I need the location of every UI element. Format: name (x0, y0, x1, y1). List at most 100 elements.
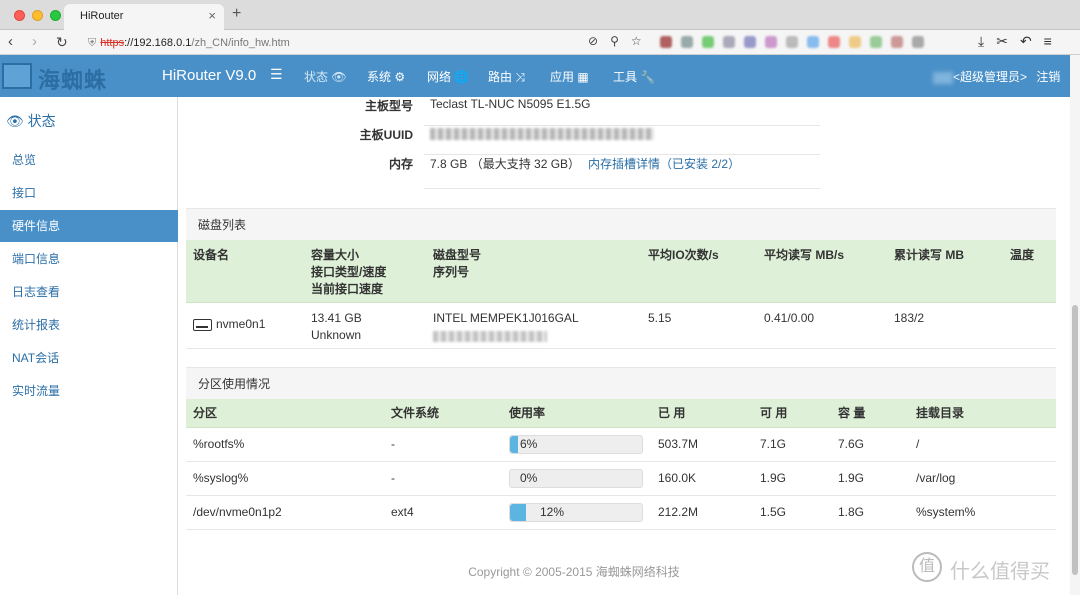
memory-label: 内存 (388, 157, 413, 171)
sidebar-item-logs[interactable]: 日志查看 (0, 276, 178, 308)
disk-iops: 5.15 (648, 311, 672, 325)
hamburger-icon[interactable]: ☰ (270, 66, 283, 83)
partition-mount: / (916, 437, 920, 451)
sidebar-item-interfaces[interactable]: 接口 (0, 177, 178, 209)
usage-percent: 12% (540, 505, 565, 519)
main-content: 主板型号 Teclast TL-NUC N5095 E1.5G 主板UUID 内… (178, 97, 1070, 595)
extension-icon[interactable] (681, 36, 693, 48)
uuid-blurred (430, 127, 654, 140)
disk-capacity: 13.41 GB (311, 311, 362, 325)
username-blurred (933, 71, 953, 84)
partition-fs: ext4 (391, 505, 414, 519)
tab-title: HiRouter (80, 10, 124, 22)
col-iops: 平均IO次数/s (648, 248, 719, 262)
menu-icon[interactable]: ≡ (1044, 33, 1052, 49)
partition-name-link[interactable]: %rootfs% (193, 436, 244, 453)
sidebar-item-hardware[interactable]: 硬件信息 (0, 210, 178, 242)
extension-icon[interactable] (870, 36, 882, 48)
sidebar-item-reports[interactable]: 统计报表 (0, 309, 178, 341)
partition-panel: 分区使用情况 分区 文件系统 使用率 已 用 可 用 容 量 挂载目录 %roo… (186, 367, 1056, 530)
extension-icon[interactable] (660, 36, 672, 48)
col-rw: 平均读写 MB/s (764, 248, 845, 262)
usage-bar-fill (510, 504, 526, 521)
partition-fs: - (391, 471, 395, 485)
partition-used: 160.0K (658, 471, 697, 485)
partition-fs: - (391, 437, 395, 451)
extension-icon[interactable] (744, 36, 756, 48)
url-field[interactable]: ⛨ https://192.168.0.1/zh_CN/info_hw.htm (88, 34, 658, 52)
new-tab-icon[interactable]: + (232, 5, 241, 23)
usage-bar-fill (510, 436, 518, 453)
disk-device-name: nvme0n1 (216, 317, 266, 331)
col-free: 可 用 (760, 406, 788, 420)
extension-icon[interactable] (828, 36, 840, 48)
sidebar-item-traffic[interactable]: 实时流量 (0, 375, 178, 407)
extension-icon[interactable] (786, 36, 798, 48)
close-window-button[interactable] (14, 10, 25, 21)
partition-capacity: 1.8G (838, 505, 865, 519)
sidebar-item-ports[interactable]: 端口信息 (0, 243, 178, 275)
user-info: <超级管理员> 注销 (933, 68, 1060, 85)
nav-apps[interactable]: 应用 ▦ (550, 68, 589, 85)
board-model-label: 主板型号 (364, 99, 413, 113)
zoom-icon[interactable]: ⚲ (610, 34, 619, 48)
page-scrollbar[interactable] (1070, 55, 1080, 595)
bookmark-star-icon[interactable]: ☆ (631, 34, 642, 48)
disk-table-header: 设备名 容量大小 接口类型/速度 当前接口速度 磁盘型号 序列号 平均IO次数/… (186, 240, 1056, 303)
tab-close-icon[interactable]: × (208, 8, 216, 23)
logo-text: 海蜘蛛 (38, 68, 108, 93)
board-uuid-value (430, 126, 654, 140)
nav-system[interactable]: 系统 ⚙ (367, 68, 405, 85)
url-host: ://192.168.0.1 (124, 37, 192, 49)
memory-value: 7.8 GB （最大支持 32 GB） 内存插槽详情（已安装 2/2） (430, 155, 740, 172)
usage-bar: 0% (509, 469, 643, 488)
app-header: 海蜘蛛 HiRouter V9.0 ☰ 状态 👁 系统 ⚙ 网络 🌐 路由 ⤨ … (0, 55, 1070, 97)
forward-icon[interactable]: › (32, 33, 37, 51)
back-icon[interactable]: ‹ (8, 33, 13, 51)
sidebar: 👁 状态 总览 接口 硬件信息 端口信息 日志查看 统计报表 NAT会话 实时流… (0, 97, 178, 595)
nav-tools[interactable]: 工具 🔧 (613, 68, 655, 85)
board-model-row: 主板型号 Teclast TL-NUC N5095 E1.5G (178, 97, 1070, 126)
partition-capacity: 7.6G (838, 437, 865, 451)
partition-row: %syslog% - 0% 160.0K 1.9G 1.9G /var/log (186, 462, 1056, 496)
disk-device: nvme0n1 (193, 316, 265, 333)
nav-network[interactable]: 网络 🌐 (427, 68, 469, 85)
extension-icon[interactable] (765, 36, 777, 48)
scrollbar-thumb[interactable] (1072, 305, 1078, 575)
download-icon[interactable]: ⤓ (978, 33, 984, 49)
watermark-text: 什么值得买 (950, 561, 1050, 583)
undo-icon[interactable]: ↶ (1020, 33, 1032, 49)
col-total-rw: 累计读写 MB (894, 248, 964, 262)
user-role[interactable]: <超级管理员> (953, 70, 1027, 84)
extension-icon[interactable] (849, 36, 861, 48)
block-icon[interactable]: ⊘ (588, 34, 598, 48)
browser-tab[interactable]: HiRouter × (64, 4, 224, 30)
logout-link[interactable]: 注销 (1036, 70, 1060, 84)
extension-icon[interactable] (723, 36, 735, 48)
partition-used: 503.7M (658, 437, 699, 451)
minimize-window-button[interactable] (32, 10, 43, 21)
shield-icon: ⛨ (88, 37, 97, 49)
memory-slots-link[interactable]: 内存插槽详情（已安装 2/2） (588, 157, 740, 171)
scissors-icon[interactable]: ✂ (996, 33, 1008, 49)
sidebar-item-overview[interactable]: 总览 (0, 144, 178, 176)
partition-name: /dev/nvme0n1p2 (193, 505, 282, 519)
col-capacity: 容量大小 (311, 248, 360, 262)
usage-percent: 0% (520, 471, 538, 485)
nav-status[interactable]: 状态 👁 (304, 68, 347, 85)
sidebar-item-nat[interactable]: NAT会话 (0, 342, 178, 374)
logo-mark (2, 63, 32, 89)
row-divider (424, 188, 820, 189)
extension-icon[interactable] (912, 36, 924, 48)
extension-icon[interactable] (702, 36, 714, 48)
disk-iface: Unknown (311, 328, 362, 342)
col-capacity: 容 量 (838, 406, 866, 420)
extension-icon[interactable] (807, 36, 819, 48)
extension-icon[interactable] (891, 36, 903, 48)
partition-free: 1.9G (760, 471, 787, 485)
nav-routing[interactable]: 路由 ⤨ (488, 68, 525, 85)
reload-icon[interactable]: ↻ (56, 33, 68, 51)
col-temp: 温度 (1010, 248, 1035, 262)
maximize-window-button[interactable] (50, 10, 61, 21)
url-path: /zh_CN/info_hw.htm (191, 37, 290, 49)
